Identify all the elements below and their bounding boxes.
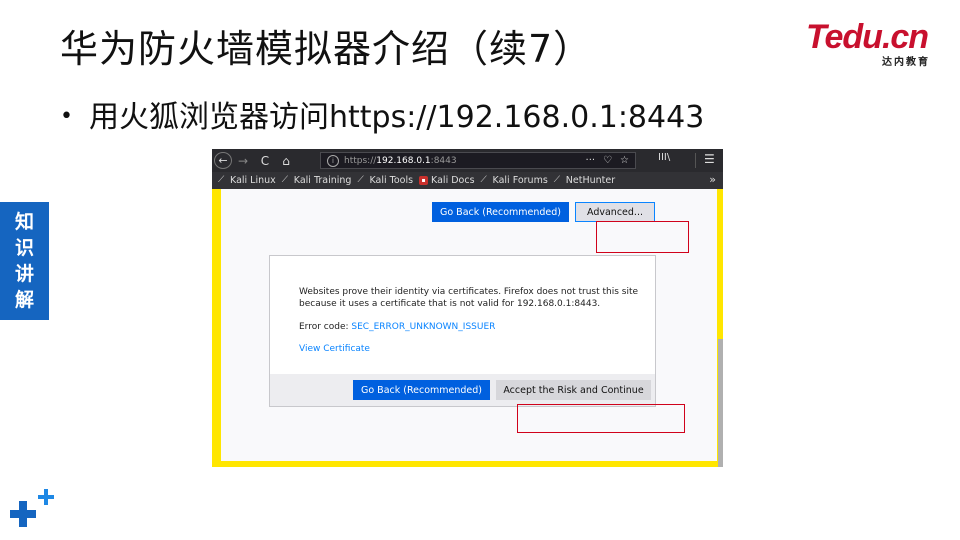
bookmark-label: Kali Tools [369, 175, 414, 186]
toolbar-separator [695, 153, 696, 168]
back-arrow-icon[interactable]: ← [214, 152, 232, 169]
scrollbar-thumb[interactable] [718, 339, 723, 467]
url-port: :8443 [430, 155, 457, 166]
reload-icon[interactable]: C [257, 152, 273, 169]
side-tab-char: 识 [14, 237, 34, 259]
bookmark-kali-training[interactable]: ⟋ Kali Training [282, 175, 352, 186]
tedu-logo: Tedu.cn 达内教育 [806, 18, 936, 68]
pocket-icon[interactable]: ♡ [603, 155, 612, 166]
bookmark-star-icon[interactable]: ☆ [620, 155, 629, 166]
plus-decoration-icon [10, 489, 54, 527]
kali-dragon-icon: ⟋ [357, 175, 364, 185]
url-bar[interactable]: i https://192.168.0.1:8443 ··· ♡ ☆ [320, 152, 636, 169]
bullet-point: • 用火狐浏览器访问https://192.168.0.1:8443 [60, 92, 704, 136]
logo-brand: Tedu.cn [806, 18, 929, 56]
home-icon[interactable]: ⌂ [278, 152, 294, 169]
bookmark-nethunter[interactable]: ⟋ NetHunter [554, 175, 615, 186]
hamburger-menu-icon[interactable]: ☰ [704, 152, 715, 166]
forward-arrow-icon[interactable]: → [235, 152, 251, 169]
logo-tagline: 达内教育 [882, 57, 930, 68]
bookmark-kali-tools[interactable]: ⟋ Kali Tools [357, 175, 413, 186]
bookmark-label: Kali Forums [492, 175, 548, 186]
side-tab-knowledge: 知 识 讲 解 [0, 202, 49, 320]
bookmark-kali-docs[interactable]: ▪ Kali Docs [419, 175, 475, 186]
bookmark-label: Kali Docs [431, 175, 475, 186]
info-icon[interactable]: i [327, 154, 339, 167]
side-tab-char: 知 [14, 211, 34, 233]
error-code-line: Error code: SEC_ERROR_UNKNOWN_ISSUER [299, 322, 495, 332]
browser-screenshot: ← → C ⌂ i https://192.168.0.1:8443 ··· ♡… [212, 149, 723, 467]
side-tab-char: 解 [14, 289, 34, 311]
page-actions-icon[interactable]: ··· [586, 155, 596, 166]
kali-docs-icon: ▪ [419, 176, 429, 185]
accept-risk-button[interactable]: Accept the Risk and Continue [496, 380, 651, 400]
error-code-label: Error code: [299, 322, 352, 332]
bookmarks-bar: ⟋ Kali Linux ⟋ Kali Training ⟋ Kali Tools ▪… [212, 172, 723, 189]
browser-toolbar: ← → C ⌂ i https://192.168.0.1:8443 ··· ♡… [212, 149, 723, 172]
highlight-box-advanced [596, 221, 689, 253]
slide-title: 华为防火墙模拟器介绍（续7） [60, 27, 593, 71]
certificate-warning-text: Websites prove their identity via certif… [299, 287, 639, 309]
go-back-button[interactable]: Go Back (Recommended) [432, 202, 569, 222]
url-host: 192.168.0.1 [376, 155, 431, 166]
url-actions: ··· ♡ ☆ [586, 155, 629, 166]
bookmark-label: Kali Training [293, 175, 352, 186]
logo-brand-main: Tedu [806, 18, 883, 56]
side-tab-char: 讲 [14, 263, 34, 285]
advanced-button[interactable]: Advanced... [575, 202, 655, 222]
bookmark-label: NetHunter [565, 175, 616, 186]
bookmark-label: Kali Linux [230, 175, 276, 186]
url-scheme: https:// [344, 155, 377, 166]
bullet-dot-icon: • [60, 104, 73, 129]
error-code-link[interactable]: SEC_ERROR_UNKNOWN_ISSUER [351, 322, 495, 332]
bullet-text: 用火狐浏览器访问https://192.168.0.1:8443 [88, 100, 705, 135]
bookmark-kali-linux[interactable]: ⟋ Kali Linux [218, 175, 276, 186]
kali-dragon-icon: ⟋ [281, 175, 289, 185]
logo-brand-domain: .cn [881, 18, 929, 56]
kali-dragon-icon: ⟋ [218, 175, 225, 185]
bookmark-kali-forums[interactable]: ⟋ Kali Forums [481, 175, 548, 186]
advanced-panel: Websites prove their identity via certif… [269, 255, 656, 407]
go-back-button[interactable]: Go Back (Recommended) [353, 380, 490, 400]
nethunter-icon: ⟋ [553, 175, 561, 185]
library-icon[interactable]: III\ [658, 152, 670, 163]
panel-footer: Go Back (Recommended) Accept the Risk an… [270, 374, 655, 406]
bookmarks-overflow-icon[interactable]: » [709, 173, 716, 186]
view-certificate-link[interactable]: View Certificate [299, 344, 370, 354]
kali-dragon-icon: ⟋ [480, 175, 487, 185]
highlight-box-accept [517, 404, 685, 433]
